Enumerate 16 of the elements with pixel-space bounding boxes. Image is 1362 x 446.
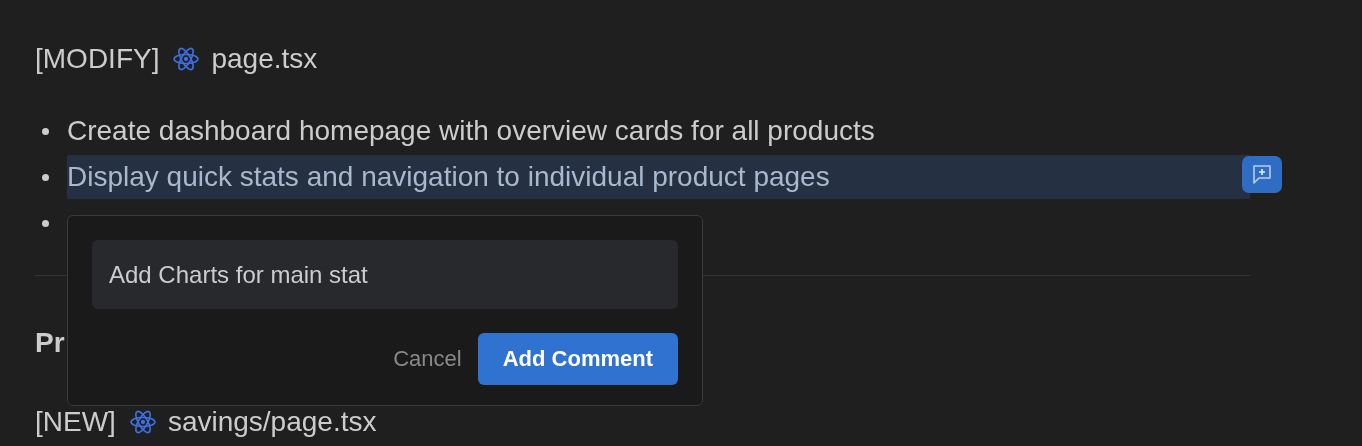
file-tag: [NEW] (35, 406, 116, 438)
bullet-text: Create dashboard homepage with overview cards for all products (67, 114, 876, 148)
bullet-icon (42, 173, 49, 181)
comment-plus-icon (1251, 164, 1273, 185)
add-comment-icon-button[interactable] (1242, 156, 1282, 193)
comment-field[interactable]: Add Charts for main stat (92, 240, 678, 309)
file-name[interactable]: savings/page.tsx (167, 406, 377, 438)
cancel-button[interactable]: Cancel (393, 333, 462, 385)
bullet-icon (42, 127, 49, 135)
bullet-text: Display quick stats and navigation to individual product pages (67, 155, 1250, 199)
add-comment-button[interactable]: Add Comment (477, 333, 678, 385)
atom-icon (129, 409, 156, 435)
section-heading: Pr (35, 326, 65, 360)
atom-icon (173, 46, 200, 72)
file-tag: [MODIFY] (35, 43, 160, 75)
file-name[interactable]: page.tsx (211, 43, 318, 75)
